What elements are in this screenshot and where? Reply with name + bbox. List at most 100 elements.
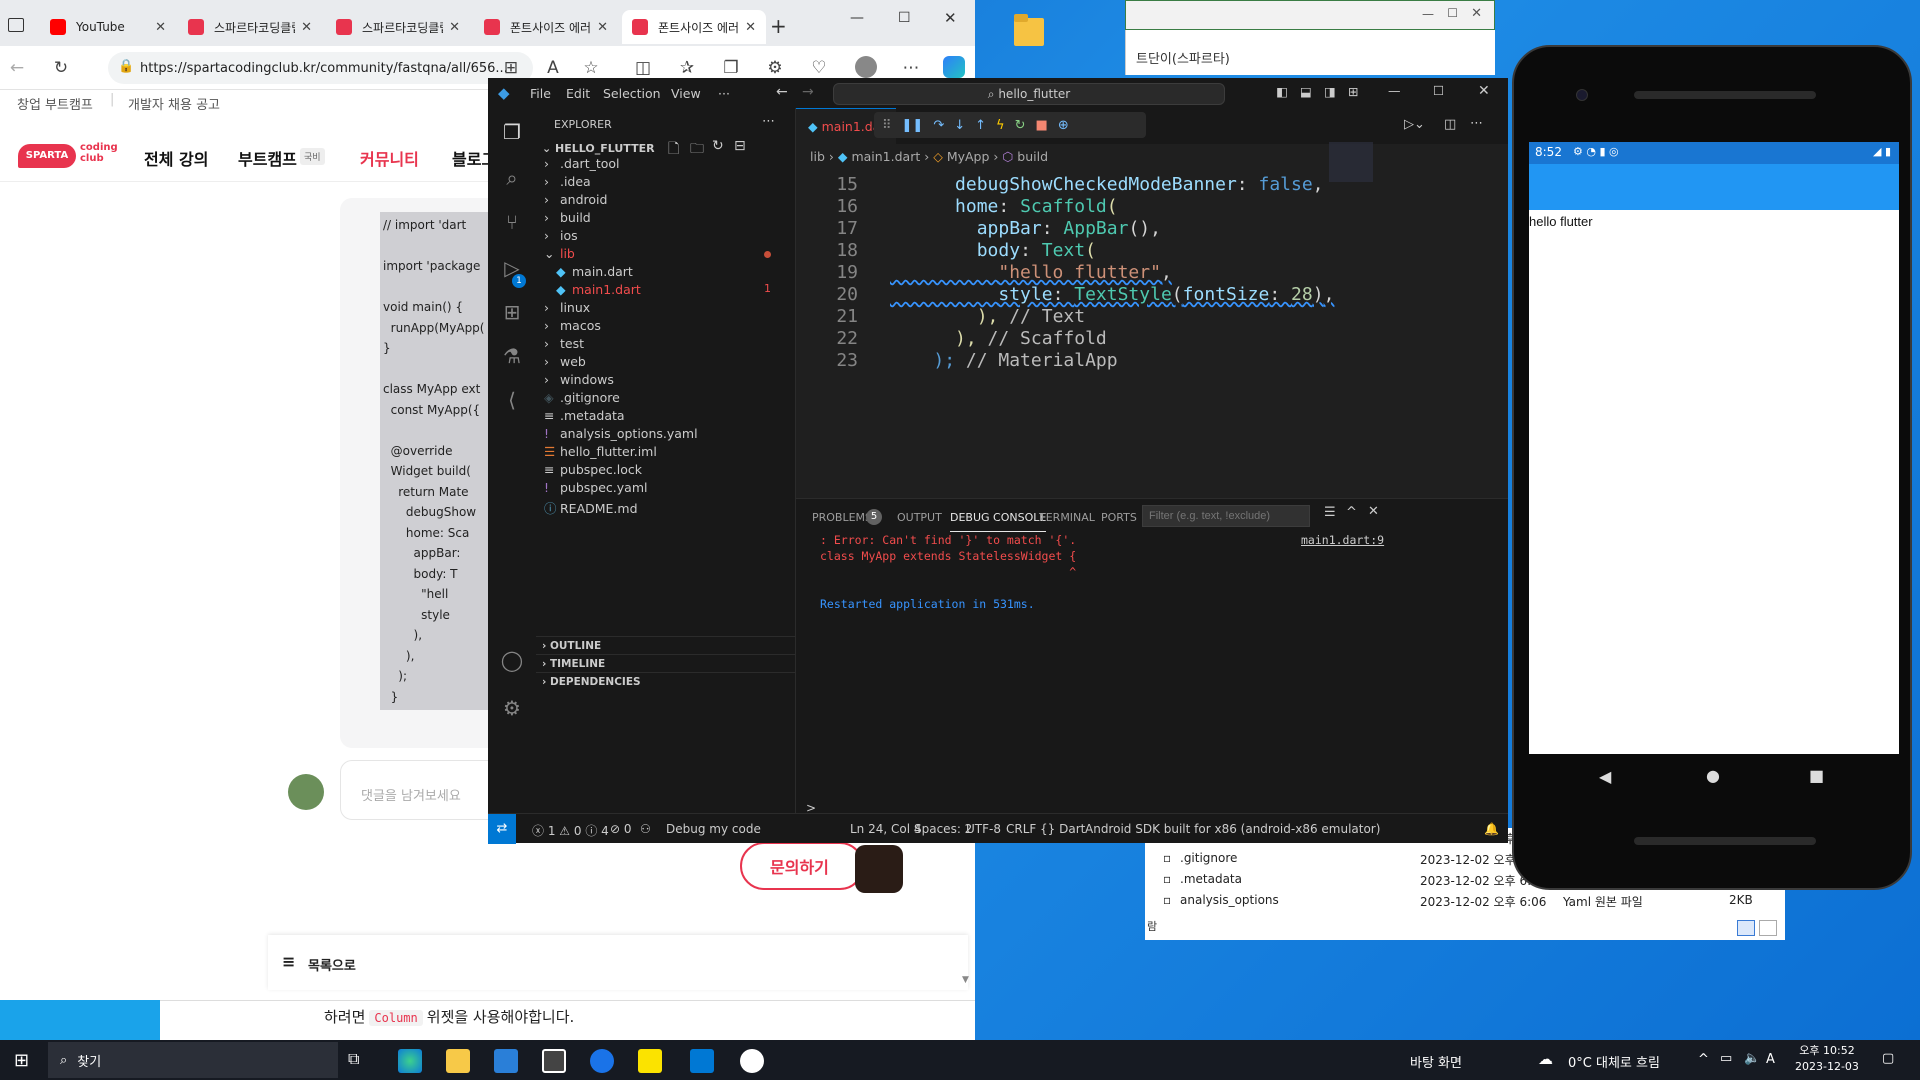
- tree-item[interactable]: › test: [544, 336, 584, 351]
- nav-recents-icon[interactable]: ■: [1809, 766, 1824, 785]
- refresh-icon[interactable]: ↻: [50, 57, 72, 79]
- inquiry-button[interactable]: 문의하기: [740, 842, 864, 890]
- drag-handle-icon[interactable]: ⠿: [882, 118, 892, 133]
- new-folder-icon[interactable]: 🗀: [690, 138, 704, 162]
- menu-file[interactable]: File: [530, 86, 551, 101]
- close-panel-icon[interactable]: ✕: [1368, 504, 1379, 519]
- taskbar-search[interactable]: ⌕ 찾기: [48, 1042, 338, 1078]
- search-icon[interactable]: ⌕: [500, 166, 524, 190]
- scroll-down-arrow-icon[interactable]: ▼: [962, 975, 969, 985]
- network-icon[interactable]: ▭: [1720, 1051, 1732, 1066]
- weather-text[interactable]: 0°C 대체로 흐림: [1568, 1052, 1660, 1071]
- ime-indicator[interactable]: A: [1766, 1052, 1775, 1067]
- code-line[interactable]: 23 ); // MaterialApp: [796, 350, 1496, 377]
- profile-avatar[interactable]: [855, 56, 877, 78]
- flutter-icon[interactable]: ⟨: [500, 388, 524, 412]
- settings-gear-icon[interactable]: ⚙: [500, 696, 524, 720]
- explorer-more-icon[interactable]: ⋯: [762, 114, 775, 129]
- back-to-list-button[interactable]: ≡ 목록으로: [268, 935, 968, 990]
- clear-console-icon[interactable]: ☰: [1324, 505, 1336, 520]
- notification-center-icon[interactable]: ▢: [1882, 1051, 1894, 1066]
- minimize-icon[interactable]: —: [1388, 83, 1401, 98]
- tree-item[interactable]: ☰ hello_flutter.iml: [544, 444, 657, 459]
- tree-item[interactable]: ! pubspec.yaml: [544, 480, 647, 495]
- store-icon[interactable]: [542, 1049, 566, 1073]
- extensions-icon[interactable]: ⚙: [764, 57, 786, 79]
- stop-icon[interactable]: ■: [1036, 118, 1048, 133]
- nav-community[interactable]: 커뮤니티: [360, 146, 419, 170]
- menu-more[interactable]: ···: [718, 86, 730, 101]
- subnav-link-bootcamp[interactable]: 창업 부트캠프: [17, 94, 93, 113]
- kakaotalk-icon[interactable]: [638, 1049, 662, 1073]
- menu-selection[interactable]: Selection: [603, 86, 661, 101]
- remote-icon[interactable]: ⇄: [488, 814, 516, 844]
- split-editor-icon[interactable]: ◫: [1444, 117, 1456, 132]
- tree-item[interactable]: ◆ main1.dart: [556, 282, 641, 297]
- tab-ports[interactable]: PORTS: [1101, 511, 1137, 524]
- more-menu-icon[interactable]: ⋯: [900, 57, 922, 79]
- devtools-icon[interactable]: ⊕: [1058, 118, 1069, 133]
- tab-terminal[interactable]: TERMINAL: [1039, 511, 1095, 524]
- tree-item[interactable]: › android: [544, 192, 607, 207]
- vscode-taskbar-icon[interactable]: [690, 1049, 714, 1073]
- tab-close-icon[interactable]: ✕: [745, 20, 756, 35]
- line-ending[interactable]: CRLF: [1006, 822, 1036, 836]
- close-icon[interactable]: ✕: [1471, 6, 1482, 21]
- copilot-icon[interactable]: [943, 56, 965, 78]
- desktop-label[interactable]: 바탕 화면: [1410, 1052, 1462, 1071]
- run-icon[interactable]: ▷⌄: [1404, 117, 1425, 132]
- explorer-icon[interactable]: ❐: [500, 120, 524, 144]
- tab-debug-console[interactable]: DEBUG CONSOLE: [950, 511, 1047, 532]
- sidebar-section[interactable]: › OUTLINE: [536, 636, 795, 654]
- maximize-icon[interactable]: ☐: [898, 10, 911, 26]
- favorite-star-icon[interactable]: ☆: [580, 57, 602, 79]
- debug-status[interactable]: Debug my code: [666, 822, 761, 836]
- tree-item[interactable]: ◆ main.dart: [556, 264, 633, 279]
- breadcrumb-method[interactable]: build: [1017, 149, 1048, 164]
- minimize-icon[interactable]: —: [1422, 7, 1434, 21]
- maximize-panel-icon[interactable]: ^: [1346, 505, 1357, 520]
- mail-icon[interactable]: [494, 1049, 518, 1073]
- nav-back-icon[interactable]: ◀: [1599, 767, 1611, 786]
- comment-input[interactable]: 댓글을 남겨보세요: [340, 760, 500, 820]
- breadcrumb-lib[interactable]: lib: [810, 149, 825, 164]
- tree-item[interactable]: › macos: [544, 318, 601, 333]
- browser-essentials-icon[interactable]: ♡: [808, 57, 830, 79]
- breadcrumb-file[interactable]: main1.dart: [851, 149, 920, 164]
- project-root[interactable]: ⌄ HELLO_FLUTTER: [542, 142, 655, 155]
- split-screen-icon[interactable]: ◫: [632, 57, 654, 79]
- url-input[interactable]: 🔒 https://spartacodingclub.kr/community/…: [108, 52, 533, 84]
- tree-item[interactable]: ⌄ lib: [544, 246, 575, 261]
- favorites-icon[interactable]: ✰: [676, 57, 698, 79]
- tab-close-icon[interactable]: ✕: [449, 20, 460, 35]
- browser-tab[interactable]: 스파르타코딩클럽 ✕: [178, 10, 322, 44]
- tree-item[interactable]: ◈ .gitignore: [544, 390, 620, 405]
- volume-icon[interactable]: 🔈: [1744, 1051, 1760, 1066]
- tab-problems[interactable]: PROBLEMS: [812, 511, 872, 524]
- new-file-icon[interactable]: 🗋: [668, 138, 679, 162]
- extensions-icon[interactable]: ⊞: [500, 300, 524, 324]
- browser-tab[interactable]: YouTube ✕: [40, 10, 176, 44]
- console-source-link[interactable]: main1.dart:9: [1301, 533, 1384, 547]
- tab-output[interactable]: OUTPUT: [897, 511, 942, 524]
- read-aloud-icon[interactable]: A: [542, 57, 564, 79]
- hot-reload-icon[interactable]: ϟ: [996, 118, 1005, 133]
- browser-tab[interactable]: 폰트사이즈 에러 ✕: [622, 10, 766, 44]
- tree-item[interactable]: › .dart_tool: [544, 156, 620, 171]
- minimap[interactable]: [1329, 142, 1373, 182]
- start-windows-icon[interactable]: ⊞: [14, 1050, 29, 1071]
- tree-item[interactable]: › ios: [544, 228, 578, 243]
- internet-explorer-icon[interactable]: [590, 1049, 614, 1073]
- site-logo[interactable]: SPARTA: [18, 144, 76, 168]
- file-explorer-icon[interactable]: [446, 1049, 470, 1073]
- forward-icon[interactable]: →: [802, 84, 814, 100]
- browser-tab[interactable]: 폰트사이즈 에러 ✕: [474, 10, 618, 44]
- tree-item[interactable]: › web: [544, 354, 586, 369]
- pause-icon[interactable]: ❚❚: [902, 118, 924, 133]
- tree-item[interactable]: › windows: [544, 372, 614, 387]
- tree-item[interactable]: ⓘ README.md: [544, 498, 638, 517]
- sidebar-section[interactable]: › TIMELINE: [536, 654, 795, 672]
- breadcrumb-class[interactable]: MyApp: [947, 149, 990, 164]
- restart-icon[interactable]: ↻: [1015, 118, 1026, 133]
- refresh-icon[interactable]: ↻: [712, 138, 724, 154]
